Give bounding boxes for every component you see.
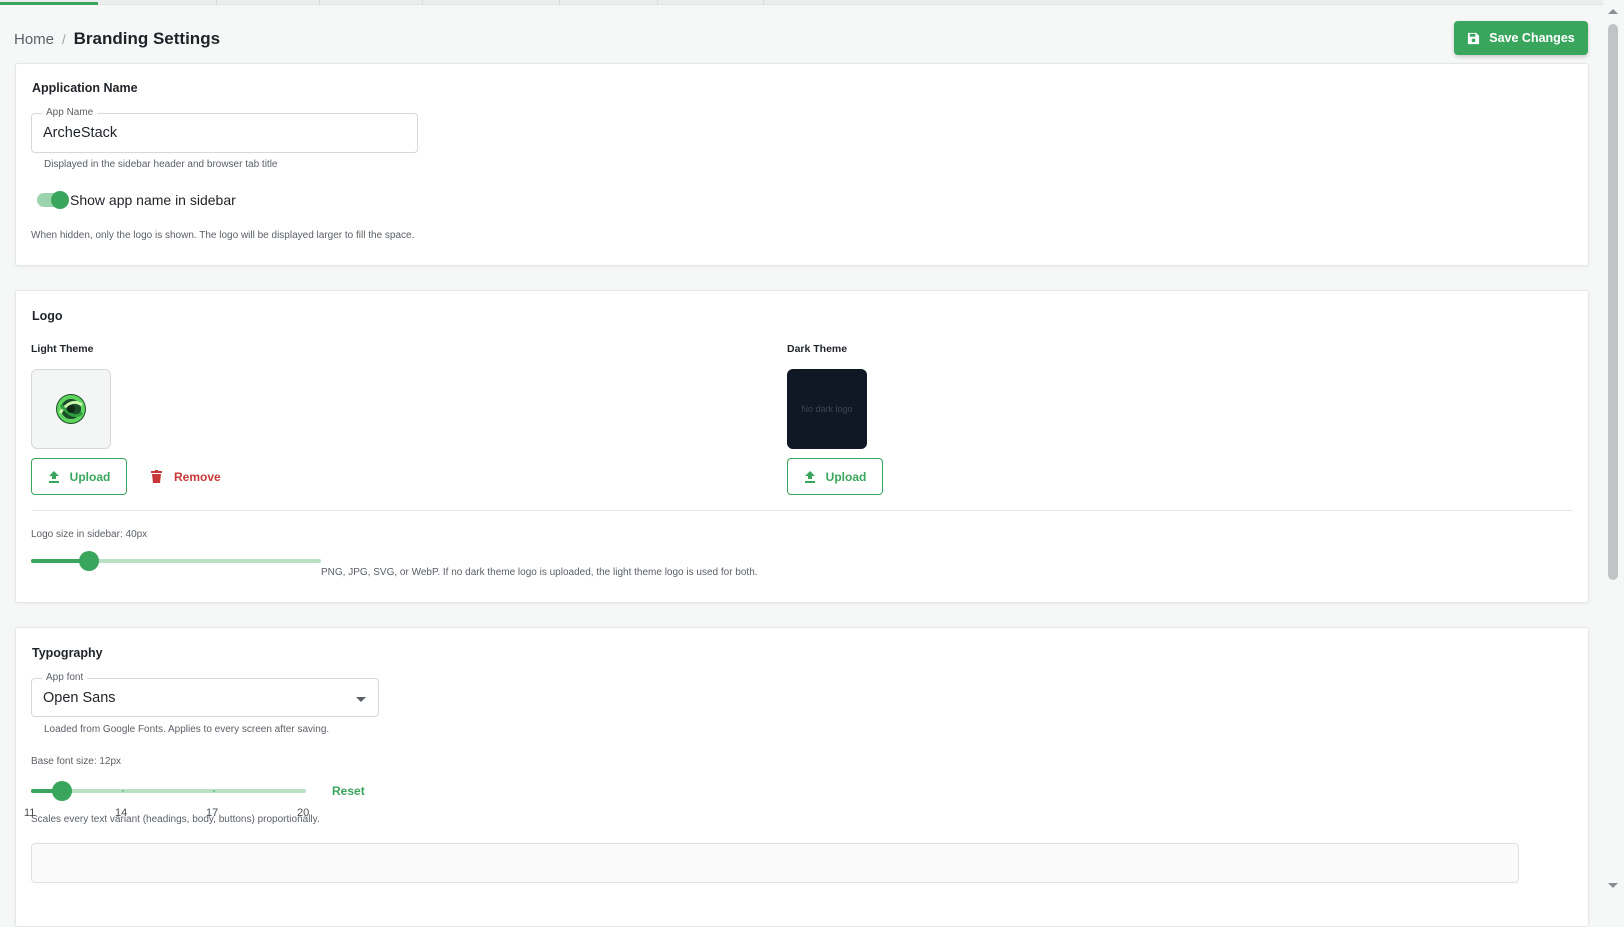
base-font-size-label: Base font size: 12px (31, 756, 122, 767)
application-name-title: Application Name (32, 81, 138, 95)
dark-logo-preview: No dark logo (787, 369, 867, 449)
tab-segment[interactable] (560, 0, 658, 5)
app-name-helper: Displayed in the sidebar header and brow… (44, 159, 278, 170)
breadcrumb-separator: / (62, 31, 66, 47)
tab-segment[interactable] (423, 0, 560, 5)
typography-card: Typography App font Open Sans Loaded fro… (15, 627, 1589, 927)
app-name-field-value: ArcheStack (43, 125, 118, 141)
logo-size-label: Logo size in sidebar: 40px (31, 529, 148, 540)
light-theme-label: Light Theme (31, 343, 94, 355)
light-upload-label: Upload (69, 469, 111, 484)
trash-icon (151, 470, 162, 483)
dark-theme-label: Dark Theme (787, 343, 848, 355)
light-logo-remove-button[interactable]: Remove (151, 458, 221, 495)
chevron-down-icon (356, 697, 366, 702)
app-name-field-label: App Name (42, 107, 98, 118)
app-font-select[interactable]: App font Open Sans (31, 672, 379, 717)
save-changes-label: Save Changes (1489, 31, 1575, 45)
breadcrumb: Home / Branding Settings (14, 28, 220, 50)
logo-divider (32, 510, 1572, 511)
light-logo-preview (31, 369, 111, 449)
font-helper: Loaded from Google Fonts. Applies to eve… (44, 724, 330, 735)
top-tab-strip (0, 0, 1624, 5)
app-name-field[interactable]: App Name ArcheStack (31, 107, 418, 153)
upload-icon (804, 471, 815, 483)
toggle-helper: When hidden, only the logo is shown. The… (31, 230, 415, 241)
breadcrumb-home-link[interactable]: Home (14, 31, 54, 48)
light-logo-upload-button[interactable]: Upload (31, 458, 127, 495)
save-changes-button[interactable]: Save Changes (1454, 21, 1588, 55)
tab-segment[interactable] (320, 0, 423, 5)
app-font-value: Open Sans (43, 690, 116, 706)
base-font-size-slider[interactable] (31, 789, 306, 793)
remove-label: Remove (174, 469, 221, 484)
logo-card: Logo Light Theme Upload Remove Dark Them… (15, 290, 1589, 603)
logo-formats-note: PNG, JPG, SVG, or WebP. If no dark theme… (321, 567, 758, 578)
logo-size-slider-thumb[interactable] (79, 551, 99, 571)
slider-tick (121, 790, 124, 792)
tab-segment[interactable] (217, 0, 320, 5)
application-name-card: Application Name App Name ArcheStack Dis… (15, 63, 1589, 266)
save-icon (1468, 32, 1480, 44)
dark-logo-upload-button[interactable]: Upload (787, 458, 883, 495)
dark-upload-label: Upload (825, 469, 867, 484)
scroll-up-arrow-icon[interactable] (1608, 9, 1618, 14)
archestack-logo-icon (56, 394, 86, 424)
scrollbar-thumb[interactable] (1608, 24, 1618, 580)
typography-preview-box (31, 843, 1519, 883)
show-app-name-toggle[interactable] (37, 191, 69, 209)
logo-title: Logo (32, 309, 63, 323)
base-font-size-slider-thumb[interactable] (51, 781, 72, 801)
scroll-down-arrow-icon[interactable] (1608, 883, 1618, 888)
tab-segment[interactable] (0, 0, 217, 5)
app-font-label: App font (42, 672, 88, 683)
typography-title: Typography (32, 646, 103, 660)
no-dark-logo-text: No dark logo (801, 404, 853, 414)
scale-helper: Scales every text variant (headings, bod… (31, 814, 320, 825)
page-title: Branding Settings (73, 29, 221, 48)
toggle-knob (51, 191, 69, 209)
upload-icon (48, 471, 59, 483)
page-scrollbar[interactable] (1603, 0, 1624, 894)
show-app-name-label: Show app name in sidebar (70, 192, 236, 208)
reset-font-size-button[interactable]: Reset (332, 784, 365, 798)
tab-segment[interactable] (658, 0, 764, 5)
slider-tick (213, 790, 216, 792)
